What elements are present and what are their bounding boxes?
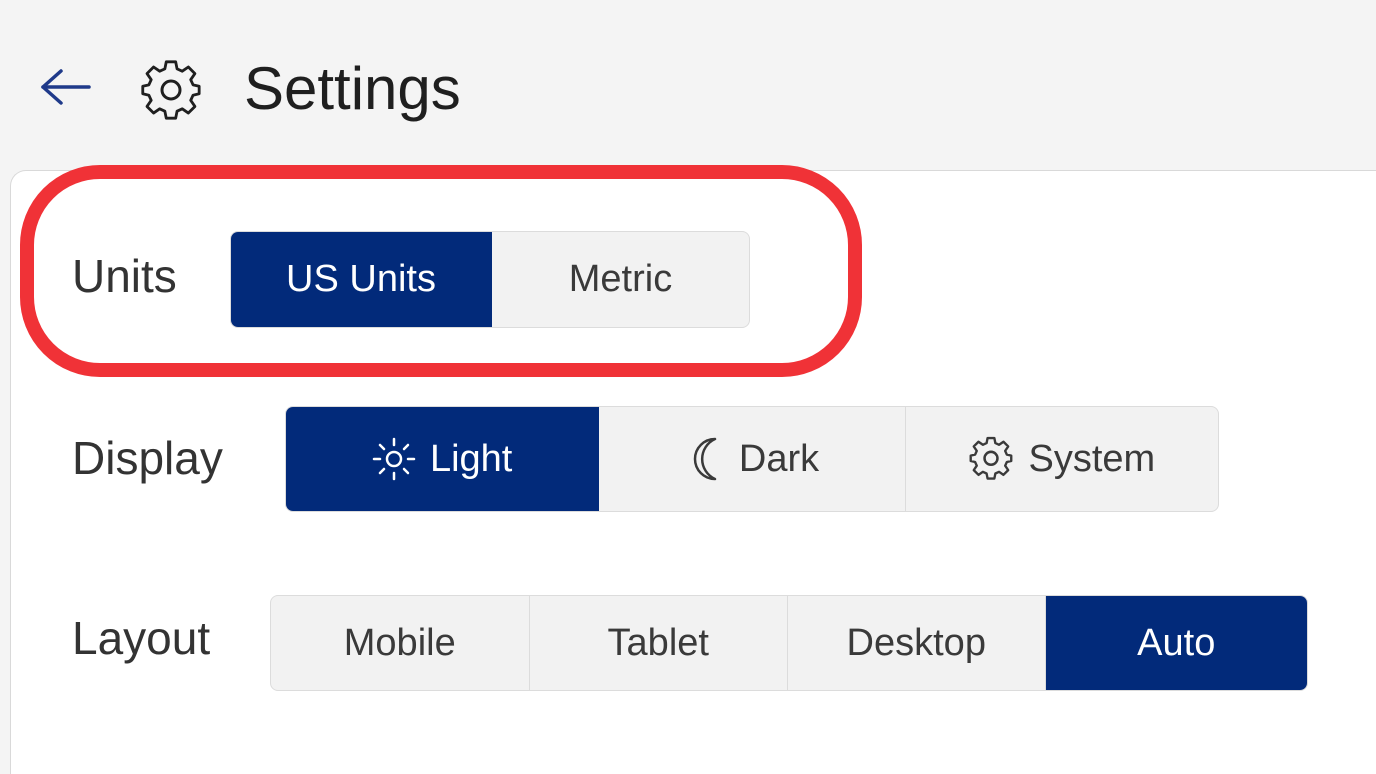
units-option-metric[interactable]: Metric: [492, 232, 749, 327]
display-option-dark[interactable]: Dark: [599, 407, 906, 511]
moon-icon: [693, 437, 717, 481]
display-label: Display: [72, 432, 223, 484]
layout-option-desktop[interactable]: Desktop: [788, 596, 1046, 690]
layout-label: Layout: [72, 612, 211, 664]
layout-option-label: Tablet: [607, 621, 709, 664]
display-option-label: System: [1028, 437, 1156, 480]
gear-icon: [141, 60, 201, 120]
layout-option-auto[interactable]: Auto: [1045, 596, 1307, 690]
units-option-label: Metric: [568, 258, 673, 300]
sun-icon: [372, 437, 416, 481]
layout-option-label: Auto: [1137, 621, 1216, 664]
layout-option-label: Desktop: [846, 621, 986, 664]
units-option-label: US Units: [286, 258, 436, 300]
back-button[interactable]: [30, 52, 100, 122]
settings-page: Settings Units US Units Metric Display L…: [0, 0, 1376, 774]
layout-segmented-control: Mobile Tablet Desktop Auto: [270, 595, 1308, 691]
layout-option-tablet[interactable]: Tablet: [530, 596, 788, 690]
units-label: Units: [72, 250, 177, 302]
display-segmented-control: Light Dark System: [285, 406, 1219, 512]
units-segmented-control: US Units Metric: [230, 231, 750, 328]
display-option-light[interactable]: Light: [286, 407, 600, 511]
display-option-system[interactable]: System: [906, 407, 1218, 511]
layout-option-mobile[interactable]: Mobile: [271, 596, 530, 690]
gear-icon: [970, 436, 1013, 480]
arrow-left-icon: [41, 69, 91, 105]
layout-option-label: Mobile: [343, 621, 456, 664]
page-title: Settings: [244, 55, 461, 122]
display-option-label: Dark: [738, 437, 820, 480]
header: Settings: [0, 0, 1376, 168]
units-option-us[interactable]: US Units: [231, 232, 492, 327]
display-option-label: Light: [429, 437, 513, 480]
